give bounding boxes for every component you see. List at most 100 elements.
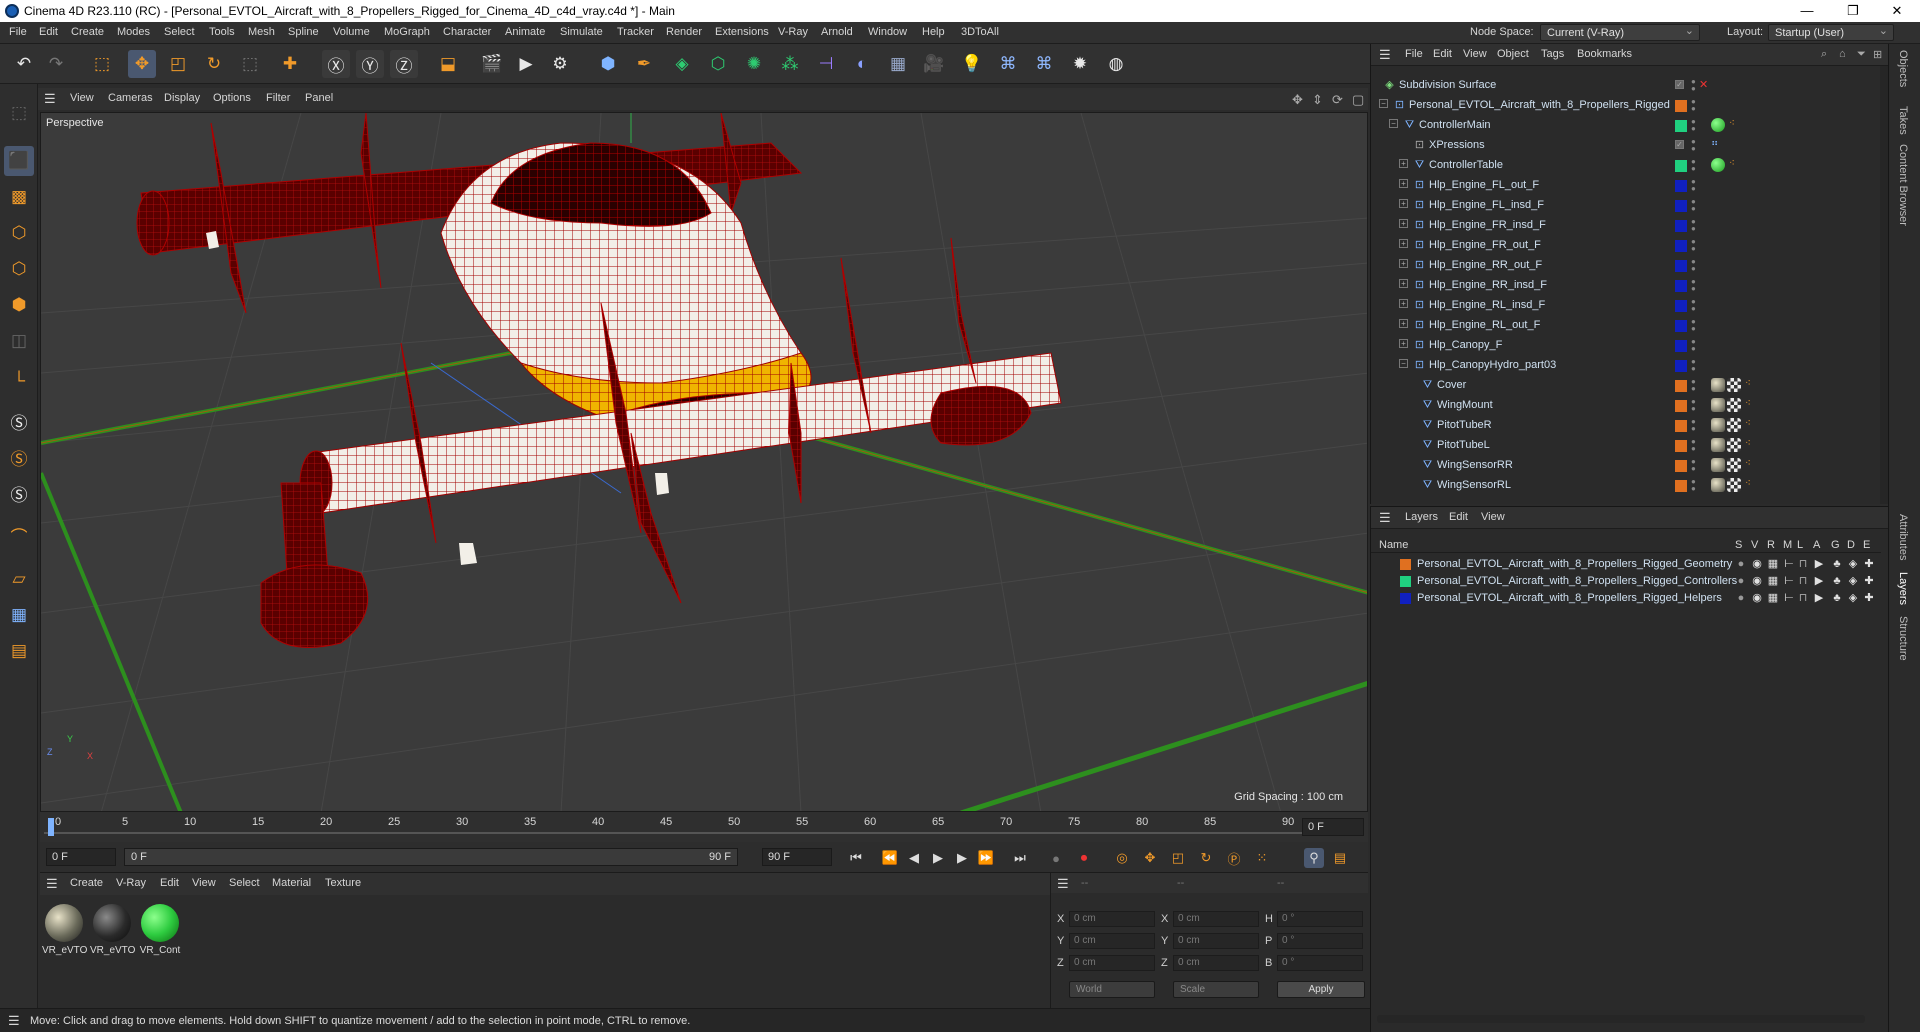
menu-tracker[interactable]: Tracker [617, 26, 654, 38]
menu-3dtoall[interactable]: 3DToAll [961, 26, 999, 38]
playhead-marker[interactable] [48, 818, 54, 836]
layer-color-swatch[interactable] [1675, 420, 1687, 432]
subdivision-surface-icon[interactable]: ◈ [668, 50, 696, 78]
uvw-tag-icon[interactable] [1727, 478, 1741, 492]
layer-menu-layers[interactable]: Layers [1405, 511, 1438, 523]
animation-icon[interactable]: ▶ [1813, 558, 1825, 570]
layer-color-swatch[interactable] [1675, 120, 1687, 132]
material-menu-handle-icon[interactable]: ☰ [46, 876, 58, 892]
tab-structure[interactable]: Structure [1897, 616, 1909, 661]
status-menu-icon[interactable]: ☰ [8, 1013, 20, 1029]
menu-modes[interactable]: Modes [117, 26, 150, 38]
motion-tracking-icon[interactable]: ⚲ [1304, 848, 1324, 868]
viewport-menu-view[interactable]: View [70, 92, 94, 104]
menu-extensions[interactable]: Extensions [715, 26, 769, 38]
menu-create[interactable]: Create [71, 26, 104, 38]
viewport-maximize-icon[interactable]: ▢ [1352, 92, 1364, 108]
material-tag-icon[interactable] [1711, 378, 1725, 392]
visible-eye-icon[interactable]: ◉ [1751, 592, 1763, 604]
viewport-menu-handle-icon[interactable]: ☰ [44, 91, 56, 107]
layer-color-swatch[interactable] [1675, 300, 1687, 312]
menu-vray[interactable]: V-Ray [778, 26, 808, 38]
expression-icon[interactable]: ✚ [1863, 558, 1875, 570]
object-row[interactable]: + ⊡ Hlp_Engine_RL_out_F ● ● [1371, 316, 1881, 336]
object-menu-file[interactable]: File [1405, 48, 1423, 60]
key-scale-icon[interactable]: ◰ [1168, 848, 1188, 868]
coordinate-space-dropdown[interactable]: World [1069, 981, 1155, 998]
object-row[interactable]: − ⊡ Hlp_CanopyHydro_part03 ● ● [1371, 356, 1881, 376]
layer-color-swatch[interactable] [1675, 280, 1687, 292]
object-menu-object[interactable]: Object [1497, 48, 1529, 60]
floor-icon[interactable]: ▦ [884, 50, 912, 78]
material-swatch[interactable]: VR_Cont [138, 901, 182, 965]
object-row[interactable]: + ⊡ Hlp_Engine_FL_insd_F ● ● [1371, 196, 1881, 216]
close-button[interactable]: ✕ [1874, 0, 1920, 22]
layer-horizontal-scrollbar[interactable] [1377, 1015, 1865, 1023]
expand-toggle-icon[interactable]: + [1399, 219, 1408, 228]
render-dots-icon[interactable]: ● ● [1691, 118, 1697, 133]
material-menu-view[interactable]: View [192, 877, 216, 889]
layer-color-swatch[interactable] [1675, 160, 1687, 172]
object-row[interactable]: + ⊡ Hlp_Engine_RL_insd_F ● ● [1371, 296, 1881, 316]
layer-col-deformers[interactable]: D [1847, 539, 1855, 551]
selection-tag-icon[interactable]: ⁖ [1745, 398, 1751, 409]
cloner-icon[interactable]: ✺ [740, 50, 768, 78]
apply-button[interactable]: Apply [1277, 981, 1365, 998]
record-disabled-icon[interactable]: ● [1046, 848, 1066, 868]
layout-dropdown[interactable]: Startup (User) [1768, 24, 1894, 41]
layer-color-swatch[interactable] [1675, 100, 1687, 112]
animation-icon[interactable]: ▶ [1813, 592, 1825, 604]
snap-icon[interactable]: Ⓢ [4, 406, 34, 436]
viewport-zoom-icon[interactable]: ⇕ [1312, 92, 1323, 108]
layer-color-swatch[interactable] [1675, 180, 1687, 192]
vray-globe-icon[interactable]: ◍ [1102, 50, 1130, 78]
object-menu-view[interactable]: View [1463, 48, 1487, 60]
object-row[interactable]: ◈ Subdivision Surface ✓ ● ● ✕ [1371, 76, 1881, 96]
lock-icon[interactable]: ⊓ [1797, 558, 1809, 570]
node-space-dropdown[interactable]: Current (V-Ray) [1540, 24, 1700, 41]
material-tag-icon[interactable] [1711, 438, 1725, 452]
rotation-h-field[interactable]: 0 ° [1277, 911, 1363, 927]
expand-toggle-icon[interactable]: + [1399, 179, 1408, 188]
render-dots-icon[interactable]: ● ● [1691, 318, 1697, 333]
render-dots-icon[interactable]: ● ● [1691, 98, 1697, 113]
workplane-icon[interactable]: ▱ [4, 564, 34, 594]
expand-toggle-icon[interactable]: + [1399, 279, 1408, 288]
coordinate-system-icon[interactable]: ⬓ [434, 50, 462, 78]
make-editable-icon[interactable]: ⬚ [4, 98, 34, 128]
tab-layers[interactable]: Layers [1897, 572, 1909, 605]
extrude-icon[interactable]: ⬡ [704, 50, 732, 78]
point-mode-icon[interactable]: ⬡ [4, 218, 34, 248]
spline-pen-icon[interactable]: ✒ [630, 50, 658, 78]
material-swatch[interactable]: VR_eVTO [90, 901, 135, 965]
move-tool-icon[interactable]: ✥ [128, 50, 156, 78]
object-row[interactable]: ⛛ PitotTubeR ● ● ⁖ [1371, 416, 1881, 436]
layer-color-swatch[interactable] [1675, 220, 1687, 232]
key-position-icon[interactable]: ✥ [1140, 848, 1160, 868]
timeline-ruler[interactable]: 0 5 10 15 20 25 30 35 40 45 50 55 60 65 … [40, 812, 1368, 842]
menu-simulate[interactable]: Simulate [560, 26, 603, 38]
layer-color-swatch[interactable] [1675, 460, 1687, 472]
object-row[interactable]: + ⊡ Hlp_Engine_FR_out_F ● ● [1371, 236, 1881, 256]
next-frame-icon[interactable]: ▶ [952, 848, 972, 868]
viewport-menu-options[interactable]: Options [213, 92, 251, 104]
render-dots-icon[interactable]: ● ● [1691, 398, 1697, 413]
material-tag-icon[interactable] [1711, 458, 1725, 472]
uvw-tag-icon[interactable] [1727, 378, 1741, 392]
start-frame-field[interactable]: 0 F [46, 848, 116, 866]
layer-col-solo[interactable]: S [1735, 539, 1742, 551]
expand-toggle-icon[interactable]: + [1399, 199, 1408, 208]
deformer-icon[interactable]: ◈ [1847, 592, 1859, 604]
autokey-icon[interactable]: ⏺ [1074, 848, 1094, 868]
field-icon[interactable]: ◐ [848, 50, 876, 78]
layer-color-swatch[interactable] [1675, 440, 1687, 452]
render-view-icon[interactable]: ▶ [512, 50, 540, 78]
visible-eye-icon[interactable]: ◉ [1751, 575, 1763, 587]
object-menu-edit[interactable]: Edit [1433, 48, 1452, 60]
key-rotation-icon[interactable]: ↻ [1196, 848, 1216, 868]
python-script-icon[interactable]: ⌘ [994, 50, 1022, 78]
object-row[interactable]: ⊡ XPressions ✓ ● ● ⠶ [1371, 136, 1881, 156]
material-menu-vray[interactable]: V-Ray [116, 877, 146, 889]
layer-color-swatch[interactable] [1675, 320, 1687, 332]
y-axis-lock-icon[interactable]: Ⓨ [356, 50, 384, 78]
